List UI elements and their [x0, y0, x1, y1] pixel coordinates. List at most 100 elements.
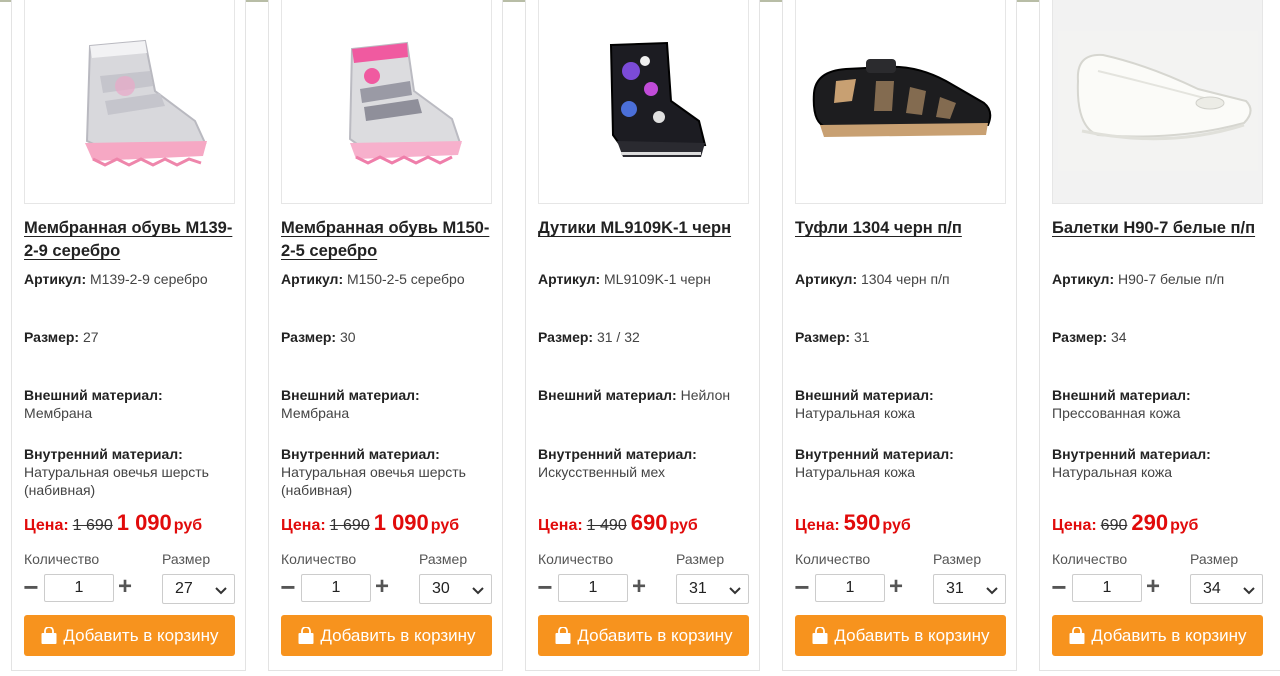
product-card: Туфли 1304 черн п/п Артикул: 1304 черн п…	[782, 0, 1017, 671]
product-title[interactable]: Дутики ML9109K-1 черн	[538, 217, 753, 240]
inner-material-label: Внутренний материал:	[795, 446, 954, 462]
quantity-label: Количество	[24, 551, 100, 567]
inner-material-value: Натуральная овечья шерсть (набивная)	[24, 464, 209, 498]
quantity-increase-button[interactable]: +	[887, 575, 905, 600]
size-select[interactable]: 30	[419, 574, 492, 604]
product-outer-material: Внешний материал: Натуральная кожа	[795, 386, 1010, 422]
product-image[interactable]	[538, 0, 749, 204]
product-size: Размер: 31	[795, 328, 1010, 346]
silver-pink-winter-boot-image	[84, 39, 207, 167]
price-label: Цена:	[795, 517, 840, 534]
quantity-input[interactable]: 1	[815, 574, 885, 602]
quantity-decrease-button[interactable]: −	[793, 574, 811, 600]
size-label: Размер:	[795, 329, 851, 345]
add-to-cart-button[interactable]: Добавить в корзину	[24, 615, 235, 656]
product-image[interactable]	[795, 0, 1006, 204]
quantity-increase-button[interactable]: +	[116, 575, 134, 600]
outer-material-value: Мембрана	[24, 405, 93, 421]
outer-material-value: Натуральная кожа	[795, 405, 916, 421]
product-image[interactable]	[24, 0, 235, 204]
article-value: ML9109K-1 черн	[604, 271, 711, 287]
quantity-decrease-button[interactable]: −	[279, 574, 297, 600]
quantity-decrease-button[interactable]: −	[1050, 574, 1068, 600]
product-title[interactable]: Туфли 1304 черн п/п	[795, 217, 1010, 240]
current-price: 1 090	[373, 510, 429, 535]
add-to-cart-button[interactable]: Добавить в корзину	[281, 615, 492, 656]
quantity-input[interactable]: 1	[1072, 574, 1142, 602]
inner-material-value: Натуральная кожа	[795, 464, 916, 480]
size-select[interactable]: 34	[1190, 574, 1263, 604]
add-to-cart-button[interactable]: Добавить в корзину	[1052, 615, 1263, 656]
size-select-label: Размер	[676, 551, 725, 567]
size-select-value: 31	[946, 580, 964, 597]
quantity-increase-button[interactable]: +	[630, 575, 648, 600]
product-outer-material: Внешний материал: Прессованная кожа	[1052, 386, 1267, 422]
article-label: Артикул:	[281, 271, 344, 287]
product-price: Цена: 1 490 690 руб	[538, 510, 753, 536]
current-price: 290	[1131, 510, 1169, 535]
price-label: Цена:	[1052, 517, 1097, 534]
product-inner-material: Внутренний материал: Искусственный мех	[538, 445, 753, 481]
inner-material-value: Искусственный мех	[538, 464, 666, 480]
product-size: Размер: 30	[281, 328, 496, 346]
inner-material-label: Внутренний материал:	[538, 446, 697, 462]
currency: руб	[1170, 517, 1199, 534]
product-title[interactable]: Балетки Н90-7 белые п/п	[1052, 217, 1267, 240]
outer-material-value: Прессованная кожа	[1052, 405, 1181, 421]
quantity-input[interactable]: 1	[558, 574, 628, 602]
chevron-down-icon	[215, 587, 227, 595]
size-select[interactable]: 31	[933, 574, 1006, 604]
size-value: 27	[82, 329, 99, 345]
product-title[interactable]: Мембранная обувь М150-2-5 серебро	[281, 217, 496, 263]
quantity-input[interactable]: 1	[301, 574, 371, 602]
outer-material-label: Внешний материал:	[1052, 387, 1191, 403]
size-label: Размер:	[538, 329, 594, 345]
shopping-bag-icon	[41, 626, 57, 644]
currency: руб	[430, 517, 460, 534]
quantity-label: Количество	[281, 551, 357, 567]
chevron-down-icon	[986, 587, 998, 595]
quantity-decrease-button[interactable]: −	[536, 574, 554, 600]
product-inner-material: Внутренний материал: Натуральная кожа	[795, 445, 1010, 481]
product-image[interactable]	[281, 0, 492, 204]
quantity-increase-button[interactable]: +	[1144, 575, 1162, 600]
product-outer-material: Внешний материал: Мембрана	[281, 386, 496, 422]
inner-material-value: Натуральная овечья шерсть (набивная)	[281, 464, 466, 498]
product-image[interactable]	[1052, 0, 1263, 204]
product-article: Артикул: 1304 черн п/п	[795, 270, 1010, 288]
add-to-cart-button[interactable]: Добавить в корзину	[795, 615, 1006, 656]
chevron-down-icon	[729, 587, 741, 595]
product-outer-material: Внешний материал: Нейлон	[538, 386, 753, 404]
currency: руб	[882, 517, 911, 534]
add-to-cart-label: Добавить в корзину	[63, 625, 219, 645]
size-select-label: Размер	[933, 551, 982, 567]
quantity-label: Количество	[538, 551, 614, 567]
add-to-cart-label: Добавить в корзину	[320, 625, 476, 645]
product-outer-material: Внешний материал: Мембрана	[24, 386, 239, 422]
product-price: Цена: 590 руб	[795, 510, 1010, 536]
quantity-input[interactable]: 1	[44, 574, 114, 602]
size-select[interactable]: 31	[676, 574, 749, 604]
inner-material-label: Внутренний материал:	[1052, 446, 1211, 462]
old-price: 1 690	[72, 517, 113, 534]
size-select[interactable]: 27	[162, 574, 235, 604]
size-value: 31 / 32	[596, 329, 640, 345]
product-size: Размер: 34	[1052, 328, 1267, 346]
add-to-cart-label: Добавить в корзину	[834, 625, 990, 645]
quantity-increase-button[interactable]: +	[373, 575, 391, 600]
article-value: М139-2-9 серебро	[90, 271, 208, 287]
article-label: Артикул:	[795, 271, 858, 287]
product-price: Цена: 1 690 1 090 руб	[24, 510, 239, 536]
old-price: 1 690	[329, 517, 370, 534]
product-price: Цена: 1 690 1 090 руб	[281, 510, 496, 536]
article-label: Артикул:	[538, 271, 601, 287]
product-card: Мембранная обувь М150-2-5 серебро Артику…	[268, 0, 503, 671]
currency: руб	[173, 517, 203, 534]
add-to-cart-button[interactable]: Добавить в корзину	[538, 615, 749, 656]
product-size: Размер: 27	[24, 328, 239, 346]
article-value: М150-2-5 серебро	[347, 271, 465, 287]
product-title[interactable]: Мембранная обувь М139-2-9 серебро	[24, 217, 239, 263]
product-article: Артикул: М139-2-9 серебро	[24, 270, 239, 288]
silver-pink-winter-boot-image	[348, 41, 462, 165]
quantity-decrease-button[interactable]: −	[22, 574, 40, 600]
